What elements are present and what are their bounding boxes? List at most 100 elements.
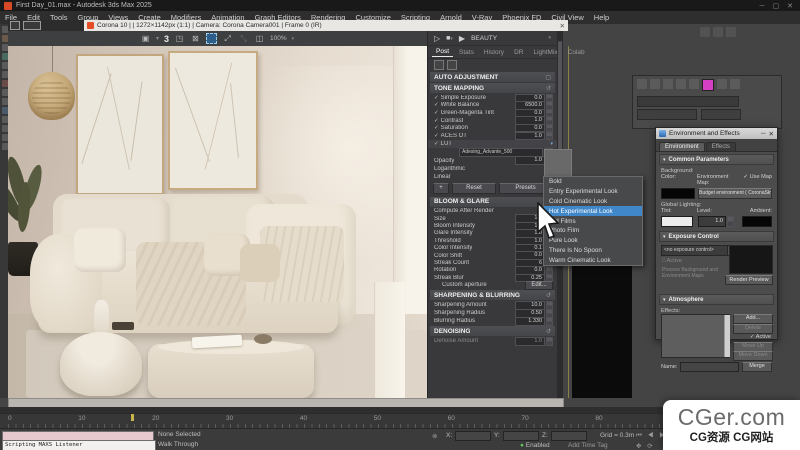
vfb-title-bar[interactable]: Corona 10 | | 1272×1142px (1:1) | Camera… <box>84 20 568 31</box>
listbox-scrollbar[interactable] <box>724 315 730 357</box>
background-color-swatch[interactable] <box>661 188 695 199</box>
fit-view-icon[interactable]: ⤢ <box>222 33 233 44</box>
atmosphere-active-checkbox[interactable]: ✓ Active <box>750 334 771 340</box>
clear-region-icon[interactable]: ⊠ <box>190 33 201 44</box>
mini-window-icon[interactable] <box>23 21 41 30</box>
save-dropdown-icon[interactable]: ▾ <box>156 35 159 42</box>
zoom-level[interactable]: 100% <box>270 35 287 42</box>
add-time-tag[interactable]: Add Time Tag <box>568 442 608 449</box>
vfb-tab[interactable]: Post <box>432 47 453 57</box>
color-swatch-magenta[interactable] <box>702 79 714 91</box>
panel-icon[interactable] <box>637 79 647 89</box>
lut-menu-item[interactable]: Entry Experimental Look <box>544 187 642 197</box>
duplicate-icon[interactable]: ◳ <box>174 33 185 44</box>
param-value[interactable]: 1.330 <box>515 317 545 325</box>
lut-row[interactable]: LUT ▾ <box>428 140 557 148</box>
merge-button[interactable]: Merge <box>742 362 772 372</box>
panel-field[interactable] <box>637 109 697 120</box>
panel-icon[interactable] <box>717 79 727 89</box>
toolbar-icon[interactable] <box>700 27 710 37</box>
panel-icon[interactable] <box>676 79 686 89</box>
checkbox-checked-icon[interactable] <box>434 118 439 124</box>
dialog-tab[interactable]: Environment <box>659 142 705 151</box>
zoom-dropdown-icon[interactable]: ▾ <box>292 36 295 42</box>
x-coordinate-field[interactable] <box>455 431 491 441</box>
section-tone-mapping[interactable]: TONE MAPPING↺ <box>430 83 555 93</box>
param-value[interactable]: 1.0 <box>515 337 545 345</box>
viewport-nav-icons[interactable]: ✥ ⟳ <box>636 442 655 450</box>
load-config-icon[interactable] <box>447 60 457 70</box>
checkbox-checked-icon[interactable] <box>434 133 439 139</box>
effects-listbox[interactable] <box>661 314 730 358</box>
checkbox-checked-icon[interactable] <box>434 141 439 147</box>
delete-effect-button[interactable]: Delete <box>733 324 773 334</box>
use-map-checkbox[interactable]: ✓ Use Map <box>743 174 772 186</box>
dialog-minimize-icon[interactable]: ─ <box>761 130 766 137</box>
start-ir-icon[interactable]: ▷ <box>434 34 440 43</box>
render-preview-button[interactable]: Render Preview <box>725 275 773 285</box>
pass-selector[interactable]: BEAUTY <box>471 35 497 42</box>
section-options-icon[interactable]: ▢ <box>545 74 551 81</box>
save-icon[interactable]: ▣ <box>140 33 151 44</box>
sharpening-row[interactable]: Sharpening Amount 10.0 <box>428 301 557 309</box>
sharpening-row[interactable]: Sharpening Radius 0.50 <box>428 309 557 317</box>
name-field[interactable] <box>680 362 739 372</box>
menu-item[interactable]: Help <box>589 13 614 22</box>
checkbox-checked-icon[interactable] <box>434 125 439 131</box>
spinner-icon[interactable] <box>546 337 553 345</box>
section-reset-icon[interactable]: ↺ <box>546 292 551 299</box>
panel-field[interactable] <box>637 96 739 107</box>
sharpening-row[interactable]: Blurring Radius 1.330 <box>428 317 557 325</box>
lut-expand-icon[interactable]: ▾ <box>550 141 553 147</box>
selection-lock-icon[interactable]: ⊗ <box>432 432 437 440</box>
toolbar-icon[interactable] <box>726 27 736 37</box>
exposure-active-checkbox[interactable]: □ Active <box>662 258 682 264</box>
window-controls[interactable]: ─ ▢ ✕ <box>760 2 796 10</box>
y-coordinate-field[interactable] <box>503 431 539 441</box>
panel-icon[interactable] <box>650 79 660 89</box>
edit-aperture-button[interactable]: Edit... <box>525 281 553 290</box>
add-effect-button[interactable]: Add... <box>733 314 773 324</box>
spinner-icon[interactable] <box>546 317 553 325</box>
lut-menu-item[interactable]: There Is No Spoon <box>544 246 642 256</box>
move-down-button[interactable]: Move Down <box>733 351 773 361</box>
rollout-atmosphere[interactable]: Atmosphere <box>659 294 774 305</box>
section-sharpening[interactable]: SHARPENING & BLURRING↺ <box>430 290 555 300</box>
spinner-icon[interactable] <box>546 132 553 140</box>
spinner-icon[interactable] <box>727 216 734 227</box>
reset-button[interactable]: Reset <box>452 183 496 194</box>
pass-dropdown-icon[interactable]: ▾ <box>548 35 551 41</box>
tint-swatch[interactable] <box>661 216 693 227</box>
tone-mapping-row[interactable]: ACES OT 1.0 <box>428 132 557 140</box>
z-coordinate-field[interactable] <box>551 431 587 441</box>
section-reset-icon[interactable]: ↺ <box>546 328 551 335</box>
lut-file-select[interactable]: Adesing_Advante_500 <box>459 148 543 157</box>
maxscript-mini-listener[interactable]: Scripting MAXS Listener <box>2 440 156 450</box>
denoising-row[interactable]: Denoise Amount 1.0 <box>428 337 557 345</box>
mini-window-icon[interactable] <box>10 21 20 30</box>
param-value[interactable]: 1.0 <box>515 132 545 140</box>
dialog-tab[interactable]: Effects <box>706 142 736 151</box>
ab-compare-icon[interactable]: ◫ <box>254 33 265 44</box>
checkbox-checked-icon[interactable] <box>434 95 439 101</box>
vfb-tab[interactable]: Stats <box>455 48 478 57</box>
panel-icon[interactable] <box>689 79 699 89</box>
render-region-icon[interactable] <box>206 33 217 44</box>
environment-map-button[interactable]: Budget environment ( CoronaSky ) <box>698 188 772 199</box>
section-auto-adjustment[interactable]: AUTO ADJUSTMENT▢ <box>430 72 555 82</box>
lut-menu-item[interactable]: Bold <box>544 177 642 187</box>
section-denoising[interactable]: DENOISING↺ <box>430 326 555 336</box>
render-icon[interactable]: ▶ <box>459 34 465 43</box>
panel-icon[interactable] <box>663 79 673 89</box>
vfb-tab[interactable]: History <box>480 48 508 57</box>
vfb-tab[interactable]: Colab <box>564 48 589 57</box>
enabled-toggle[interactable]: ● Enabled <box>520 442 550 449</box>
stop-icon[interactable]: ■▾ <box>446 35 453 42</box>
ambient-swatch[interactable] <box>742 216 772 227</box>
level-value[interactable]: 1.0 <box>698 216 726 227</box>
vfb-close-icon[interactable]: ✕ <box>560 22 565 30</box>
lut-menu-item[interactable]: Warm Cinematic Look <box>544 255 642 265</box>
rollout-common-parameters[interactable]: Common Parameters <box>659 154 774 165</box>
panel-icon[interactable] <box>730 79 740 89</box>
rollout-exposure-control[interactable]: Exposure Control <box>659 231 774 242</box>
